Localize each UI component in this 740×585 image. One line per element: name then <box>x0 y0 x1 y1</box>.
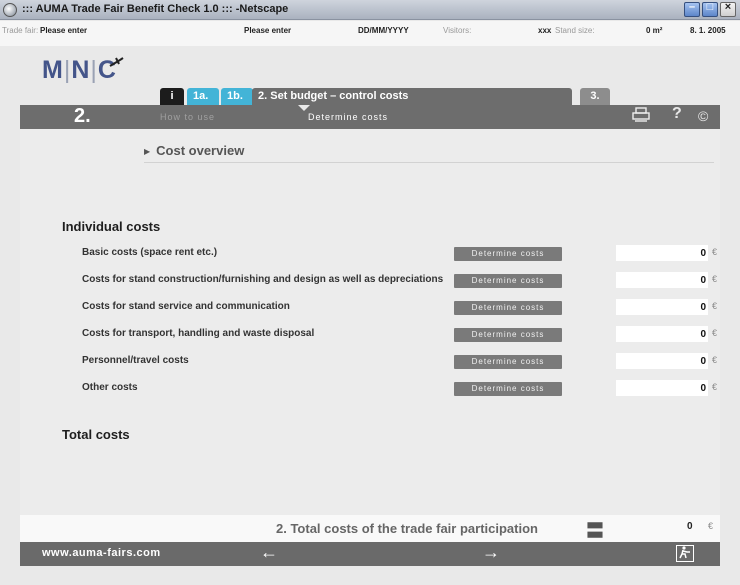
trade-fair-value[interactable]: Please enter <box>40 26 87 35</box>
cost-row: Costs for transport, handling and waste … <box>82 326 717 344</box>
minimize-button[interactable]: – <box>684 1 700 17</box>
determine-costs-button[interactable]: Determine costs <box>454 274 562 288</box>
maximize-button[interactable]: □ <box>702 1 718 17</box>
cost-row-label: Other costs <box>82 382 138 393</box>
individual-costs-title: Individual costs <box>62 219 161 234</box>
equals-icon: 〓 <box>586 521 604 541</box>
main-content: ▶ Cost overview Individual costs Basic co… <box>20 129 720 515</box>
city-value[interactable]: Please enter <box>244 26 291 35</box>
tab-2-active[interactable]: 2. Set budget – control costs <box>252 88 572 105</box>
window-title: ::: AUMA Trade Fair Benefit Check 1.0 ::… <box>22 3 289 15</box>
total-label: 2. Total costs of the trade fair partici… <box>276 521 538 536</box>
cost-row: Costs for stand service and communicatio… <box>82 299 717 317</box>
exit-icon[interactable] <box>676 545 694 562</box>
cost-row-label: Costs for stand construction/furnishing … <box>82 274 444 285</box>
cost-row-label: Basic costs (space rent etc.) <box>82 247 218 258</box>
euro-sign: € <box>708 521 714 531</box>
step-number: 2. <box>74 105 91 127</box>
euro-sign: € <box>712 382 718 392</box>
cost-row-label: Costs for transport, handling and waste … <box>82 328 315 339</box>
logo-bar: | <box>90 56 98 84</box>
minimize-icon: – <box>688 1 696 13</box>
total-costs-title: Total costs <box>62 427 130 442</box>
close-icon: × <box>724 1 732 13</box>
tab-3[interactable]: 3. <box>580 88 610 105</box>
determine-costs-button[interactable]: Determine costs <box>454 328 562 342</box>
triangle-right-icon: ▶ <box>144 147 151 157</box>
determine-costs-button[interactable]: Determine costs <box>454 382 562 396</box>
cost-row: Basic costs (space rent etc.) Determine … <box>82 245 717 263</box>
cost-value-field[interactable] <box>616 380 708 396</box>
logo-n: N <box>71 56 91 84</box>
copyright-icon[interactable]: © <box>698 108 708 124</box>
cost-value-field[interactable] <box>616 353 708 369</box>
tab-1b[interactable]: 1b. <box>221 88 253 105</box>
stand-size-value[interactable]: 0 m² <box>646 26 662 35</box>
euro-sign: € <box>712 247 718 257</box>
help-icon[interactable]: ? <box>672 105 682 123</box>
step-bar: 2. How to use Determine costs ? © <box>20 105 720 129</box>
cost-row: Costs for stand construction/furnishing … <box>82 272 717 290</box>
cost-row: Other costs Determine costs € <box>82 380 717 398</box>
stand-size-label: Stand size: <box>555 26 595 35</box>
cost-value-field[interactable] <box>616 326 708 342</box>
logo-m: M <box>42 56 64 84</box>
total-value: 0 <box>687 521 693 532</box>
auma-website-link[interactable]: www.auma-fairs.com <box>42 547 161 559</box>
cost-value-field[interactable] <box>616 299 708 315</box>
tab-1a[interactable]: 1a. <box>187 88 219 105</box>
trade-fair-label: Trade fair: <box>2 26 39 35</box>
determine-costs-button[interactable]: Determine costs <box>454 301 562 315</box>
maximize-icon: □ <box>706 1 714 13</box>
euro-sign: € <box>712 274 718 284</box>
cost-row: Personnel/travel costs Determine costs € <box>82 353 717 371</box>
determine-costs-button[interactable]: Determine costs <box>454 247 562 261</box>
cost-overview-link[interactable]: ▶ Cost overview <box>144 143 244 158</box>
total-bar: 2. Total costs of the trade fair partici… <box>20 515 720 542</box>
determine-costs-button[interactable]: Determine costs <box>454 355 562 369</box>
divider <box>144 162 714 163</box>
mnc-logo: M|N|C <box>42 56 117 85</box>
back-arrow-icon[interactable]: ← <box>260 542 278 563</box>
logo-no-smoking-icon <box>108 56 126 74</box>
visitors-label: Visitors: <box>443 26 472 35</box>
cost-overview-label: Cost overview <box>156 143 245 158</box>
determine-costs-link[interactable]: Determine costs <box>297 105 388 122</box>
window-titlebar: ::: AUMA Trade Fair Benefit Check 1.0 ::… <box>0 0 740 20</box>
euro-sign: € <box>712 328 718 338</box>
cost-value-field[interactable] <box>616 245 708 261</box>
euro-sign: € <box>712 355 718 365</box>
cost-row-label: Costs for stand service and communicatio… <box>82 301 290 312</box>
visitors-value[interactable]: xxx <box>538 26 551 35</box>
current-date: 8. 1. 2005 <box>690 26 726 35</box>
cost-row-label: Personnel/travel costs <box>82 355 189 366</box>
forward-arrow-icon[interactable]: → <box>482 542 500 563</box>
netscape-icon <box>3 3 17 17</box>
euro-sign: € <box>712 301 718 311</box>
tab-info[interactable]: i <box>160 88 184 105</box>
print-icon[interactable] <box>632 107 650 128</box>
cost-value-field[interactable] <box>616 272 708 288</box>
how-to-use-link[interactable]: How to use <box>160 112 215 122</box>
footer-bar: www.auma-fairs.com ← → <box>20 542 720 566</box>
close-button[interactable]: × <box>720 1 736 17</box>
info-strip: Trade fair: Please enter Please enter DD… <box>0 21 740 46</box>
step-tabs: i 1a. 1b. 2. Set budget – control costs … <box>0 85 740 105</box>
date-value[interactable]: DD/MM/YYYY <box>358 26 409 35</box>
